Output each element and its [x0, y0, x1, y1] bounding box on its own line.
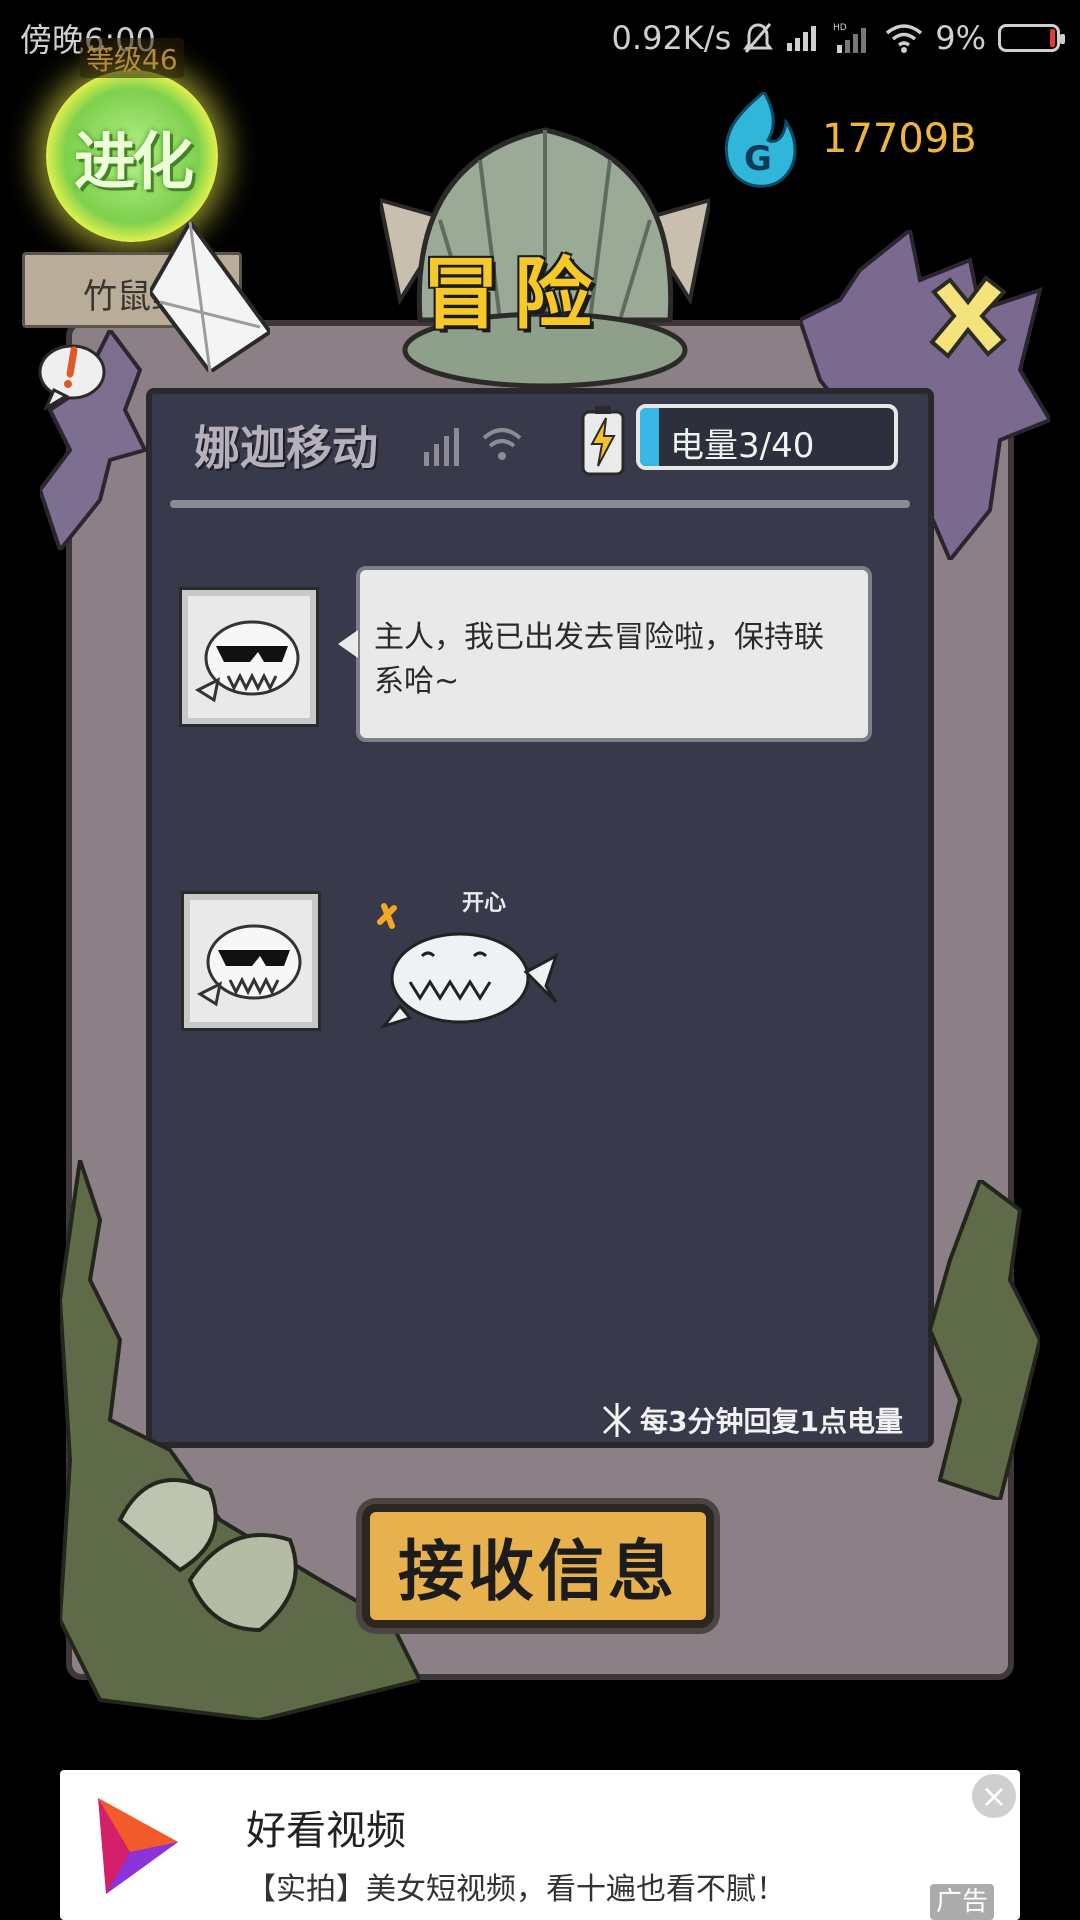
level-badge: 等级46: [80, 38, 184, 78]
wifi-icon: [885, 23, 923, 53]
play-logo-icon: [60, 1770, 210, 1920]
regen-note: 每3分钟回复1点电量: [600, 1400, 903, 1440]
moss-decor-left: [60, 1160, 420, 1720]
alert-icon[interactable]: [36, 340, 112, 410]
svg-text:G: G: [744, 139, 772, 179]
ad-description: 【实拍】美女短视频，看十遍也看不腻！: [246, 1872, 786, 1907]
mute-icon: [743, 22, 774, 54]
pet-avatar: [179, 587, 319, 727]
paper-plane-icon: [150, 222, 270, 372]
evolve-label: 进化: [73, 125, 194, 198]
ad-title: 好看视频: [246, 1808, 406, 1854]
status-right: 0.92K/s HD 9%: [611, 19, 1065, 57]
carrier-name: 娜迦移动: [194, 421, 378, 475]
evolve-button[interactable]: 进化: [46, 70, 218, 242]
energy-fill: [640, 408, 660, 466]
close-icon[interactable]: [920, 268, 1016, 364]
moss-decor-right: [927, 1180, 1040, 1500]
ad-tag: 广告: [930, 1884, 995, 1920]
charge-icon: [581, 406, 625, 476]
receive-message-button[interactable]: 接收信息: [362, 1504, 714, 1628]
happy-whale-sticker: 开心: [377, 891, 559, 1029]
energy-label: 电量3/40: [670, 426, 815, 466]
network-speed: 0.92K/s: [611, 19, 732, 57]
ad-close-button[interactable]: ×: [972, 1774, 1016, 1818]
battery-icon: [998, 24, 1065, 52]
header-divider: [170, 500, 910, 508]
regen-text: 每3分钟回复1点电量: [640, 1405, 903, 1438]
phone-signal-icon: [424, 428, 522, 466]
battery-percent: 9%: [935, 19, 986, 57]
signal-icon: [785, 23, 821, 53]
chat-bubble: 主人，我已出发去冒险啦，保持联系哈~: [338, 566, 872, 742]
sparkle-icon: [602, 1403, 632, 1437]
sticker-text: 开心: [462, 891, 506, 916]
pet-avatar: [181, 891, 321, 1031]
ad-banner[interactable]: 好看视频 【实拍】美女短视频，看十遍也看不腻！ × 广告: [60, 1770, 1020, 1920]
chat-message: 主人，我已出发去冒险啦，保持联系哈~: [374, 620, 824, 699]
page-title: 冒险: [422, 250, 607, 340]
hd-signal-icon: HD: [833, 21, 873, 55]
energy-bar: 电量3/40: [636, 404, 898, 470]
blue-flame-icon: G: [724, 92, 797, 188]
svg-text:HD: HD: [833, 23, 847, 33]
currency-value: 17709B: [822, 116, 977, 162]
